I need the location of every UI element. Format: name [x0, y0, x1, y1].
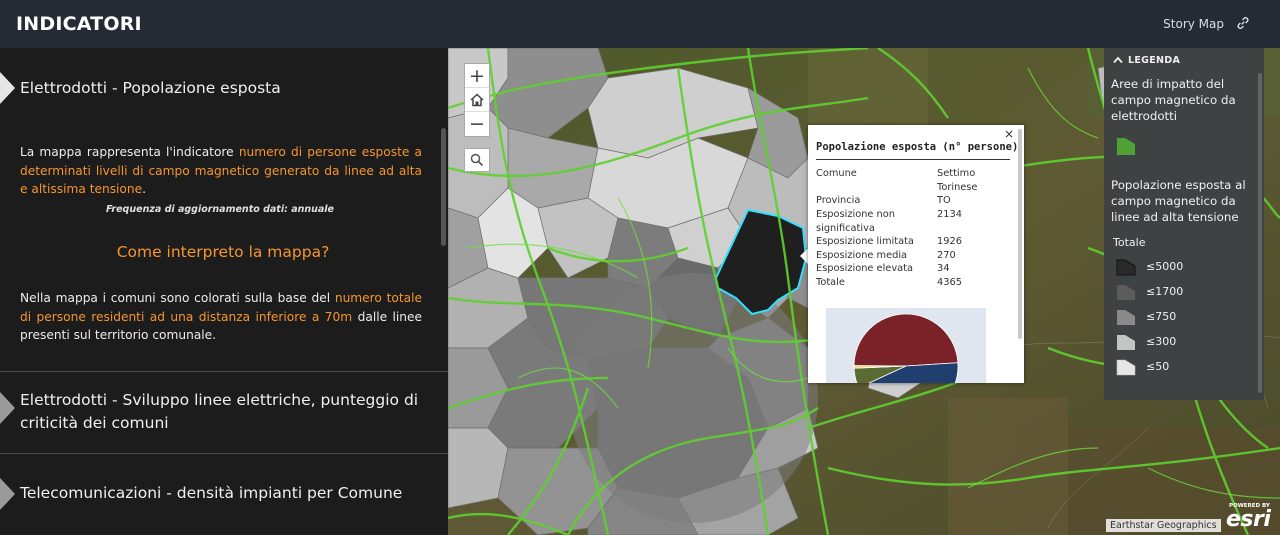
app-title: INDICATORI	[16, 13, 142, 35]
body-prefix: Nella mappa i comuni sono colorati sulla…	[20, 291, 335, 305]
app-header: INDICATORI Story Map	[0, 0, 1280, 48]
legend-swatch	[1117, 285, 1135, 300]
search-button[interactable]	[464, 148, 490, 172]
story-sidebar: Elettrodotti - Popolazione esposta La ma…	[0, 48, 448, 535]
popup-field-key: Esposizione elevata	[816, 263, 913, 274]
popup-field-value: 34	[937, 263, 950, 274]
esri-wordmark: esri	[1226, 507, 1271, 532]
popup-title-rule	[816, 159, 1010, 160]
zoom-out-button[interactable]: −	[465, 112, 489, 136]
chevron-up-icon[interactable]	[1113, 56, 1123, 64]
search-icon	[470, 153, 484, 167]
legend-layer-title: Aree di impatto del campo magnetico da e…	[1111, 77, 1236, 123]
popup-field-key: Esposizione limitata	[816, 236, 914, 247]
exposure-pie-chart	[826, 308, 986, 383]
section-title-popolazione-esposta[interactable]: Elettrodotti - Popolazione esposta	[0, 77, 448, 100]
divider	[0, 371, 448, 372]
home-button[interactable]	[465, 88, 489, 112]
map-attribution[interactable]: Earthstar Geographics	[1106, 519, 1221, 532]
sidebar-scrollbar[interactable]	[441, 128, 446, 246]
legend-class-item: ≤50	[1116, 358, 1196, 376]
legend-layer-title: Popolazione esposta al campo magnetico d…	[1111, 178, 1246, 224]
legend-class-label: ≤50	[1146, 360, 1170, 373]
legend-class-item: ≤750	[1116, 308, 1196, 326]
legend-class-item: ≤300	[1116, 333, 1196, 351]
legend-swatch-impact-area	[1117, 138, 1135, 155]
legend-field-label: Totale	[1113, 236, 1146, 249]
section-title-sviluppo-linee[interactable]: Elettrodotti - Sviluppo linee elettriche…	[0, 389, 420, 435]
home-icon	[470, 92, 484, 106]
popup-scrollbar[interactable]	[1018, 129, 1022, 339]
zoom-in-button[interactable]: +	[465, 64, 489, 88]
intro-prefix: La mappa rappresenta l'indicatore	[20, 145, 239, 159]
legend-swatch	[1117, 310, 1135, 325]
body-paragraph: Nella mappa i comuni sono colorati sulla…	[20, 289, 422, 345]
legend-swatch	[1117, 335, 1135, 350]
legend-class-item: ≤1700	[1116, 283, 1196, 301]
legend-class-item: ≤5000	[1116, 258, 1196, 276]
popup-field-value: 270	[937, 250, 956, 261]
story-map-link[interactable]: Story Map	[1163, 17, 1224, 31]
popup-title: Popolazione esposta (n° persone)	[816, 141, 1019, 153]
legend-class-label: ≤1700	[1146, 285, 1184, 298]
legend-class-label: ≤750	[1146, 310, 1177, 323]
popup-field-value: 4365	[937, 277, 962, 288]
intro-paragraph: La mappa rappresenta l'indicatore numero…	[20, 143, 422, 199]
legend-swatch	[1116, 359, 1136, 376]
popup-field-value: 2134	[937, 209, 962, 220]
legend-panel: LEGENDA Aree di impatto del campo magnet…	[1104, 48, 1264, 400]
intro-suffix: .	[142, 182, 146, 196]
legend-class-label: ≤300	[1146, 335, 1177, 348]
legend-scrollbar[interactable]	[1258, 73, 1262, 393]
interpretation-heading: Come interpreto la mappa?	[116, 243, 330, 261]
popup-field-value: Settimo Torinese	[937, 168, 978, 193]
pie-chart-svg	[853, 313, 959, 383]
divider	[0, 453, 448, 454]
legend-swatch	[1116, 259, 1136, 276]
popup-field-value: 1926	[937, 236, 962, 247]
zoom-control: + −	[464, 63, 490, 137]
popup-field-key: Esposizione media	[816, 250, 908, 261]
link-icon[interactable]	[1236, 16, 1250, 30]
popup-field-key: Comune	[816, 168, 857, 179]
pie-slice[interactable]	[853, 313, 959, 367]
frequency-note: Frequenza di aggiornamento dati: annuale	[105, 204, 334, 215]
feature-popup: × Popolazione esposta (n° persone) Comun…	[808, 125, 1024, 383]
section-title-telecomunicazioni[interactable]: Telecomunicazioni - densità impianti per…	[0, 482, 448, 505]
popup-close-button[interactable]: ×	[1004, 127, 1014, 141]
popup-field-key: Provincia	[816, 195, 861, 206]
legend-header[interactable]: LEGENDA	[1128, 55, 1180, 66]
popup-field-key: Totale	[816, 277, 845, 288]
popup-field-key: Esposizione non significativa	[816, 209, 895, 234]
legend-class-label: ≤5000	[1146, 260, 1184, 273]
popup-field-value: TO	[937, 195, 951, 206]
